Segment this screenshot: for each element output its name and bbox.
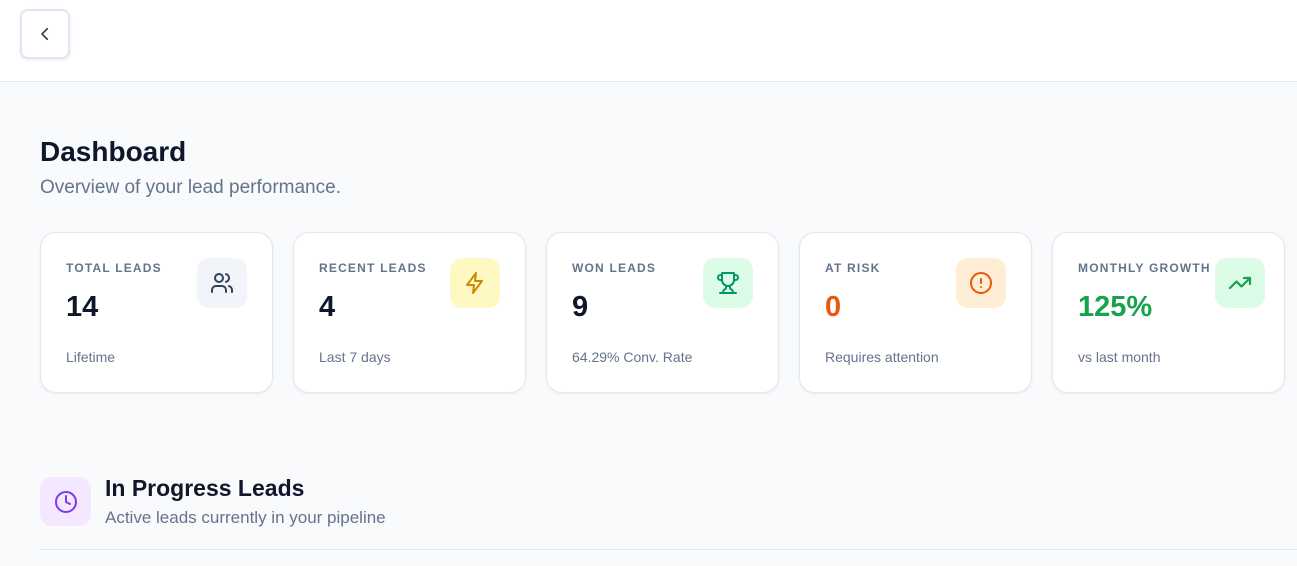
page-subtitle: Overview of your lead performance. [40,177,341,198]
section-divider [40,549,1297,550]
stat-label: AT RISK [825,261,881,275]
stat-label: MONTHLY GROWTH [1078,261,1211,275]
trophy-icon [703,258,753,308]
stats-cards: TOTAL LEADS 14 Lifetime RECENT LEADS 4 L… [40,232,1297,394]
stat-note: vs last month [1078,349,1161,365]
stat-label: RECENT LEADS [319,261,427,275]
stat-value: 9 [572,291,589,323]
stat-value: 0 [825,291,842,323]
trending-up-icon [1215,258,1265,308]
stat-card-recent-leads: RECENT LEADS 4 Last 7 days [293,232,526,393]
stat-note: Requires attention [825,349,939,365]
stat-value: 125% [1078,291,1153,323]
stat-card-monthly-growth: MONTHLY GROWTH 125% vs last month [1052,232,1285,393]
stat-card-at-risk: AT RISK 0 Requires attention [799,232,1032,393]
top-bar [0,0,1297,82]
stat-value: 14 [66,291,99,323]
stat-label: WON LEADS [572,261,657,275]
stat-card-total-leads: TOTAL LEADS 14 Lifetime [40,232,273,393]
stat-note: Lifetime [66,349,116,365]
users-icon [197,258,247,308]
section-title: In Progress Leads [105,475,305,501]
stat-note: 64.29% Conv. Rate [572,349,693,365]
lightning-icon [450,258,500,308]
clock-icon [40,477,91,526]
alert-circle-icon [956,258,1006,308]
stat-card-won-leads: WON LEADS 9 64.29% Conv. Rate [546,232,779,393]
stat-label: TOTAL LEADS [66,261,162,275]
back-button[interactable] [20,9,70,59]
chevron-left-icon [36,25,54,43]
section-subtitle: Active leads currently in your pipeline [105,508,386,527]
stat-value: 4 [319,291,336,323]
page-title: Dashboard [40,136,187,167]
stat-note: Last 7 days [319,349,391,365]
